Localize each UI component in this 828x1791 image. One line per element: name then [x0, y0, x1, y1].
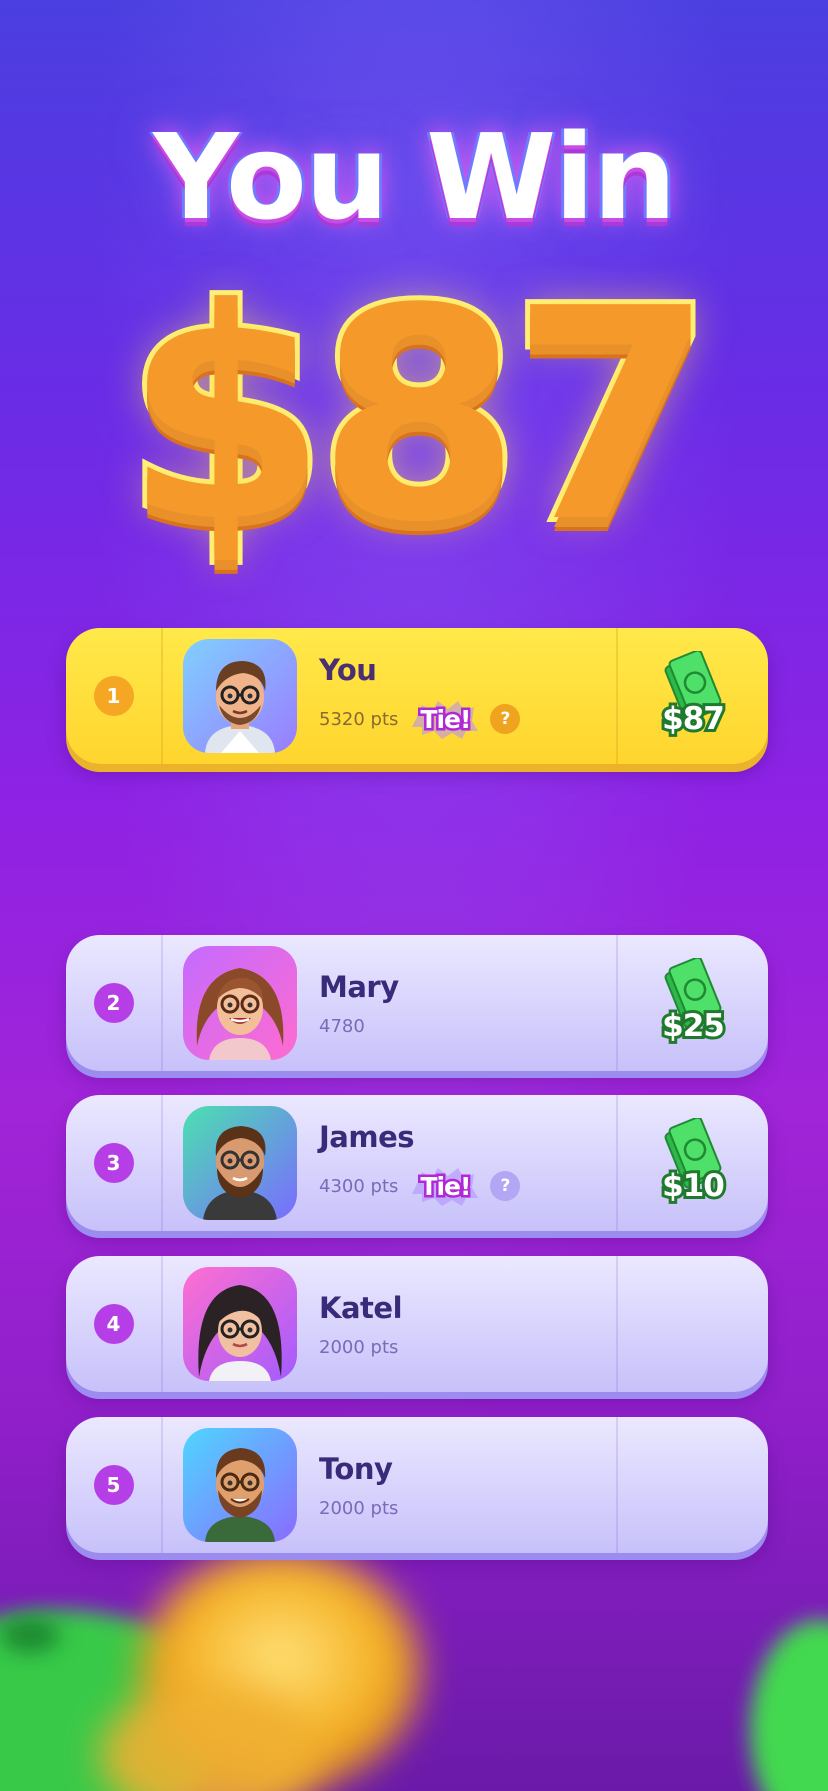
player-name: Katel [319, 1290, 403, 1325]
tie-badge: Tie! [412, 699, 479, 739]
prize-amount: $87 [659, 698, 728, 740]
prize-cell: $10 [616, 1095, 768, 1231]
avatar [183, 1106, 297, 1220]
rank-cell: 4 [66, 1256, 163, 1392]
rank-badge: 2 [93, 983, 134, 1023]
bottom-decoration [0, 1560, 828, 1791]
rank-cell: 1 [66, 628, 163, 764]
player-cell: Katel 2000 pts [163, 1256, 616, 1392]
prize-cell [616, 1417, 768, 1553]
player-subline: 2000 pts [319, 1498, 398, 1519]
man-with-glasses-avatar-icon [205, 661, 275, 753]
prize-amount: $25 [659, 1005, 728, 1047]
leaderboard-row[interactable]: 3 James 4300 pts Tie! ? $10 [66, 1095, 768, 1231]
player-info: James 4300 pts Tie! ? [319, 1120, 521, 1206]
green-ball-icon [750, 1620, 828, 1791]
player-info: Tony 2000 pts [319, 1452, 398, 1519]
rank-badge: 5 [93, 1465, 134, 1505]
avatar [183, 1267, 297, 1381]
avatar [183, 946, 297, 1060]
player-name: James [319, 1120, 415, 1154]
win-amount: $87 [119, 246, 719, 586]
help-button[interactable]: ? [490, 1171, 521, 1201]
rank-cell: 2 [66, 935, 163, 1071]
prize-cell [616, 1256, 768, 1392]
help-button[interactable]: ? [490, 704, 521, 734]
prize-cell: $87 [616, 628, 768, 764]
player-cell: Mary 4780 [163, 935, 616, 1071]
tie-label: Tie! [418, 702, 474, 736]
prize: $87 [653, 649, 733, 741]
player-score: 2000 pts [319, 1497, 399, 1519]
leaderboard-row[interactable]: 5 Tony 2000 pts [66, 1417, 768, 1553]
gold-coin-icon [100, 1560, 420, 1791]
man-with-beard-avatar-icon [205, 1448, 275, 1542]
player-subline: 5320 pts Tie! ? [319, 699, 521, 739]
player-info: Katel 2000 pts [319, 1290, 403, 1358]
player-name: Tony [319, 1451, 393, 1486]
rank-badge: 3 [93, 1143, 134, 1183]
leaderboard-row-you[interactable]: 1 You 5320 pts Tie! ? $87 [66, 628, 768, 764]
tie-label: Tie! [418, 1169, 474, 1203]
prize-cell: $25 [616, 935, 768, 1071]
tie-badge: Tie! [412, 1166, 479, 1206]
rank-badge: 4 [93, 1304, 134, 1344]
dark-haired-woman-avatar-icon [198, 1285, 282, 1381]
player-cell: Tony 2000 pts [163, 1417, 616, 1553]
player-subline: 2000 pts [319, 1337, 402, 1358]
avatar [183, 1428, 297, 1542]
rank-cell: 3 [66, 1095, 163, 1231]
player-subline: 4780 [319, 1016, 399, 1037]
player-cell: You 5320 pts Tie! ? [163, 628, 616, 764]
prize-amount: $10 [659, 1165, 728, 1207]
rank-badge: 1 [93, 676, 134, 716]
green-ball-icon [0, 1610, 230, 1791]
player-info: Mary 4780 [319, 970, 399, 1037]
player-score: 5320 pts [319, 708, 399, 730]
prize: $10 [653, 1116, 733, 1208]
prize: $25 [653, 956, 733, 1048]
player-cell: James 4300 pts Tie! ? [163, 1095, 616, 1231]
woman-with-glasses-avatar-icon [196, 968, 284, 1060]
win-title: You Win [153, 108, 676, 246]
player-score: 4300 pts [319, 1175, 399, 1197]
player-score: 2000 pts [319, 1336, 399, 1358]
player-name: Mary [319, 969, 399, 1004]
leaderboard-row[interactable]: 4 Katel 2000 pts [66, 1256, 768, 1392]
player-info: You 5320 pts Tie! ? [319, 653, 521, 739]
avatar [183, 639, 297, 753]
player-score: 4780 [319, 1015, 365, 1037]
rank-cell: 5 [66, 1417, 163, 1553]
leaderboard-row[interactable]: 2 Mary 4780 $25 [66, 935, 768, 1071]
player-name: You [319, 653, 377, 687]
bearded-man-avatar-icon [203, 1126, 277, 1220]
player-subline: 4300 pts Tie! ? [319, 1166, 521, 1206]
